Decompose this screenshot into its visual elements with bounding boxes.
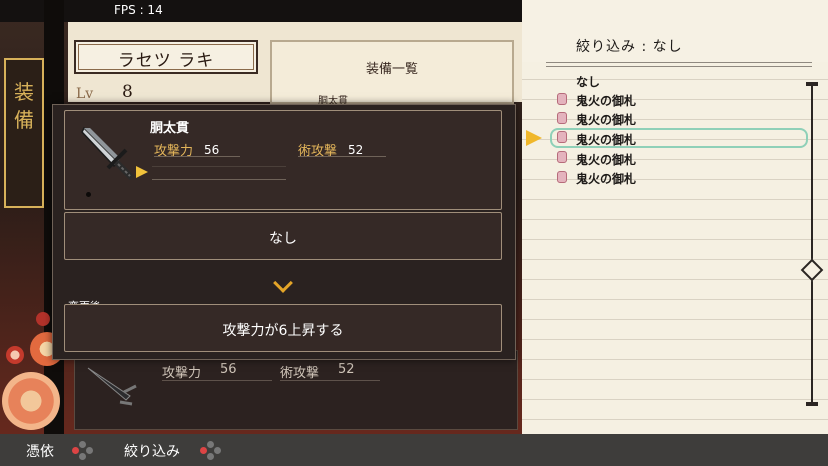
- talisman-icon: [557, 171, 567, 183]
- gauge-arrow-icon: [136, 166, 148, 178]
- attack-value: 56: [204, 143, 220, 157]
- ghost-attack-value: 56: [220, 362, 237, 377]
- sword-icon: [81, 126, 135, 180]
- magic-attack-underline: [298, 156, 386, 157]
- enhancement-gauge: [152, 166, 286, 180]
- talisman-icon: [557, 112, 567, 124]
- ghost-attack-underline: [162, 380, 272, 381]
- character-name: ラセツ ラキ: [117, 51, 215, 71]
- selection-cursor-icon: [526, 130, 542, 146]
- gamepad-button-icon: [72, 441, 94, 461]
- equipment-list-title: 装備一覧: [365, 62, 418, 77]
- filter-option[interactable]: 鬼火の御札: [576, 170, 636, 187]
- flower-decoration-icon: [2, 372, 60, 430]
- ghost-magic-value: 52: [338, 362, 355, 377]
- new-slot-value: なし: [269, 231, 297, 247]
- flower-decoration-icon: [36, 312, 50, 326]
- filter-control-label: 絞り込み: [124, 444, 180, 460]
- talisman-icon: [557, 131, 567, 143]
- filter-option-none[interactable]: なし: [576, 73, 600, 90]
- equipped-item-name: 胴太貫: [150, 121, 190, 136]
- ghost-sword-icon: [87, 367, 137, 406]
- magic-attack-value: 52: [348, 143, 364, 157]
- after-change-text: 攻撃力が6上昇する: [222, 323, 344, 339]
- filter-option[interactable]: 鬼火の御札: [576, 92, 636, 109]
- filter-divider: [546, 62, 812, 63]
- scrollbar-track[interactable]: [811, 84, 813, 404]
- menu-tab-char-2: 備: [14, 108, 34, 132]
- equipment-list-panel: 装備一覧 胴太貫: [270, 40, 514, 107]
- flower-decoration-icon: [6, 346, 24, 364]
- slot-marker-dot: [86, 192, 91, 197]
- talisman-icon: [557, 151, 567, 163]
- possess-control-label: 憑依: [26, 444, 54, 460]
- fps-counter: FPS : 14: [114, 3, 163, 17]
- level-value: 8: [122, 82, 133, 102]
- top-strip: [0, 0, 522, 22]
- filter-divider: [546, 66, 812, 67]
- gamepad-button-icon: [200, 441, 222, 461]
- filter-title: 絞り込み : なし: [576, 39, 683, 55]
- ghost-magic-label: 術攻撃: [280, 366, 320, 381]
- menu-tab-char-1: 装: [14, 80, 34, 104]
- ghost-magic-underline: [280, 380, 380, 381]
- menu-tab-equipment[interactable]: 装 備: [4, 58, 44, 208]
- level-label: Lv: [76, 86, 94, 102]
- menu-tab-label: 装 備: [12, 78, 36, 134]
- ghost-attack-label: 攻撃力: [162, 366, 202, 381]
- talisman-icon: [557, 93, 567, 105]
- attack-underline: [154, 156, 240, 157]
- filter-option[interactable]: 鬼火の御札: [576, 151, 636, 168]
- scrollbar-bottom-cap: [806, 402, 818, 406]
- filter-option-selected[interactable]: 鬼火の御札: [576, 131, 636, 148]
- filter-option[interactable]: 鬼火の御札: [576, 111, 636, 128]
- character-name-box: ラセツ ラキ: [74, 40, 258, 74]
